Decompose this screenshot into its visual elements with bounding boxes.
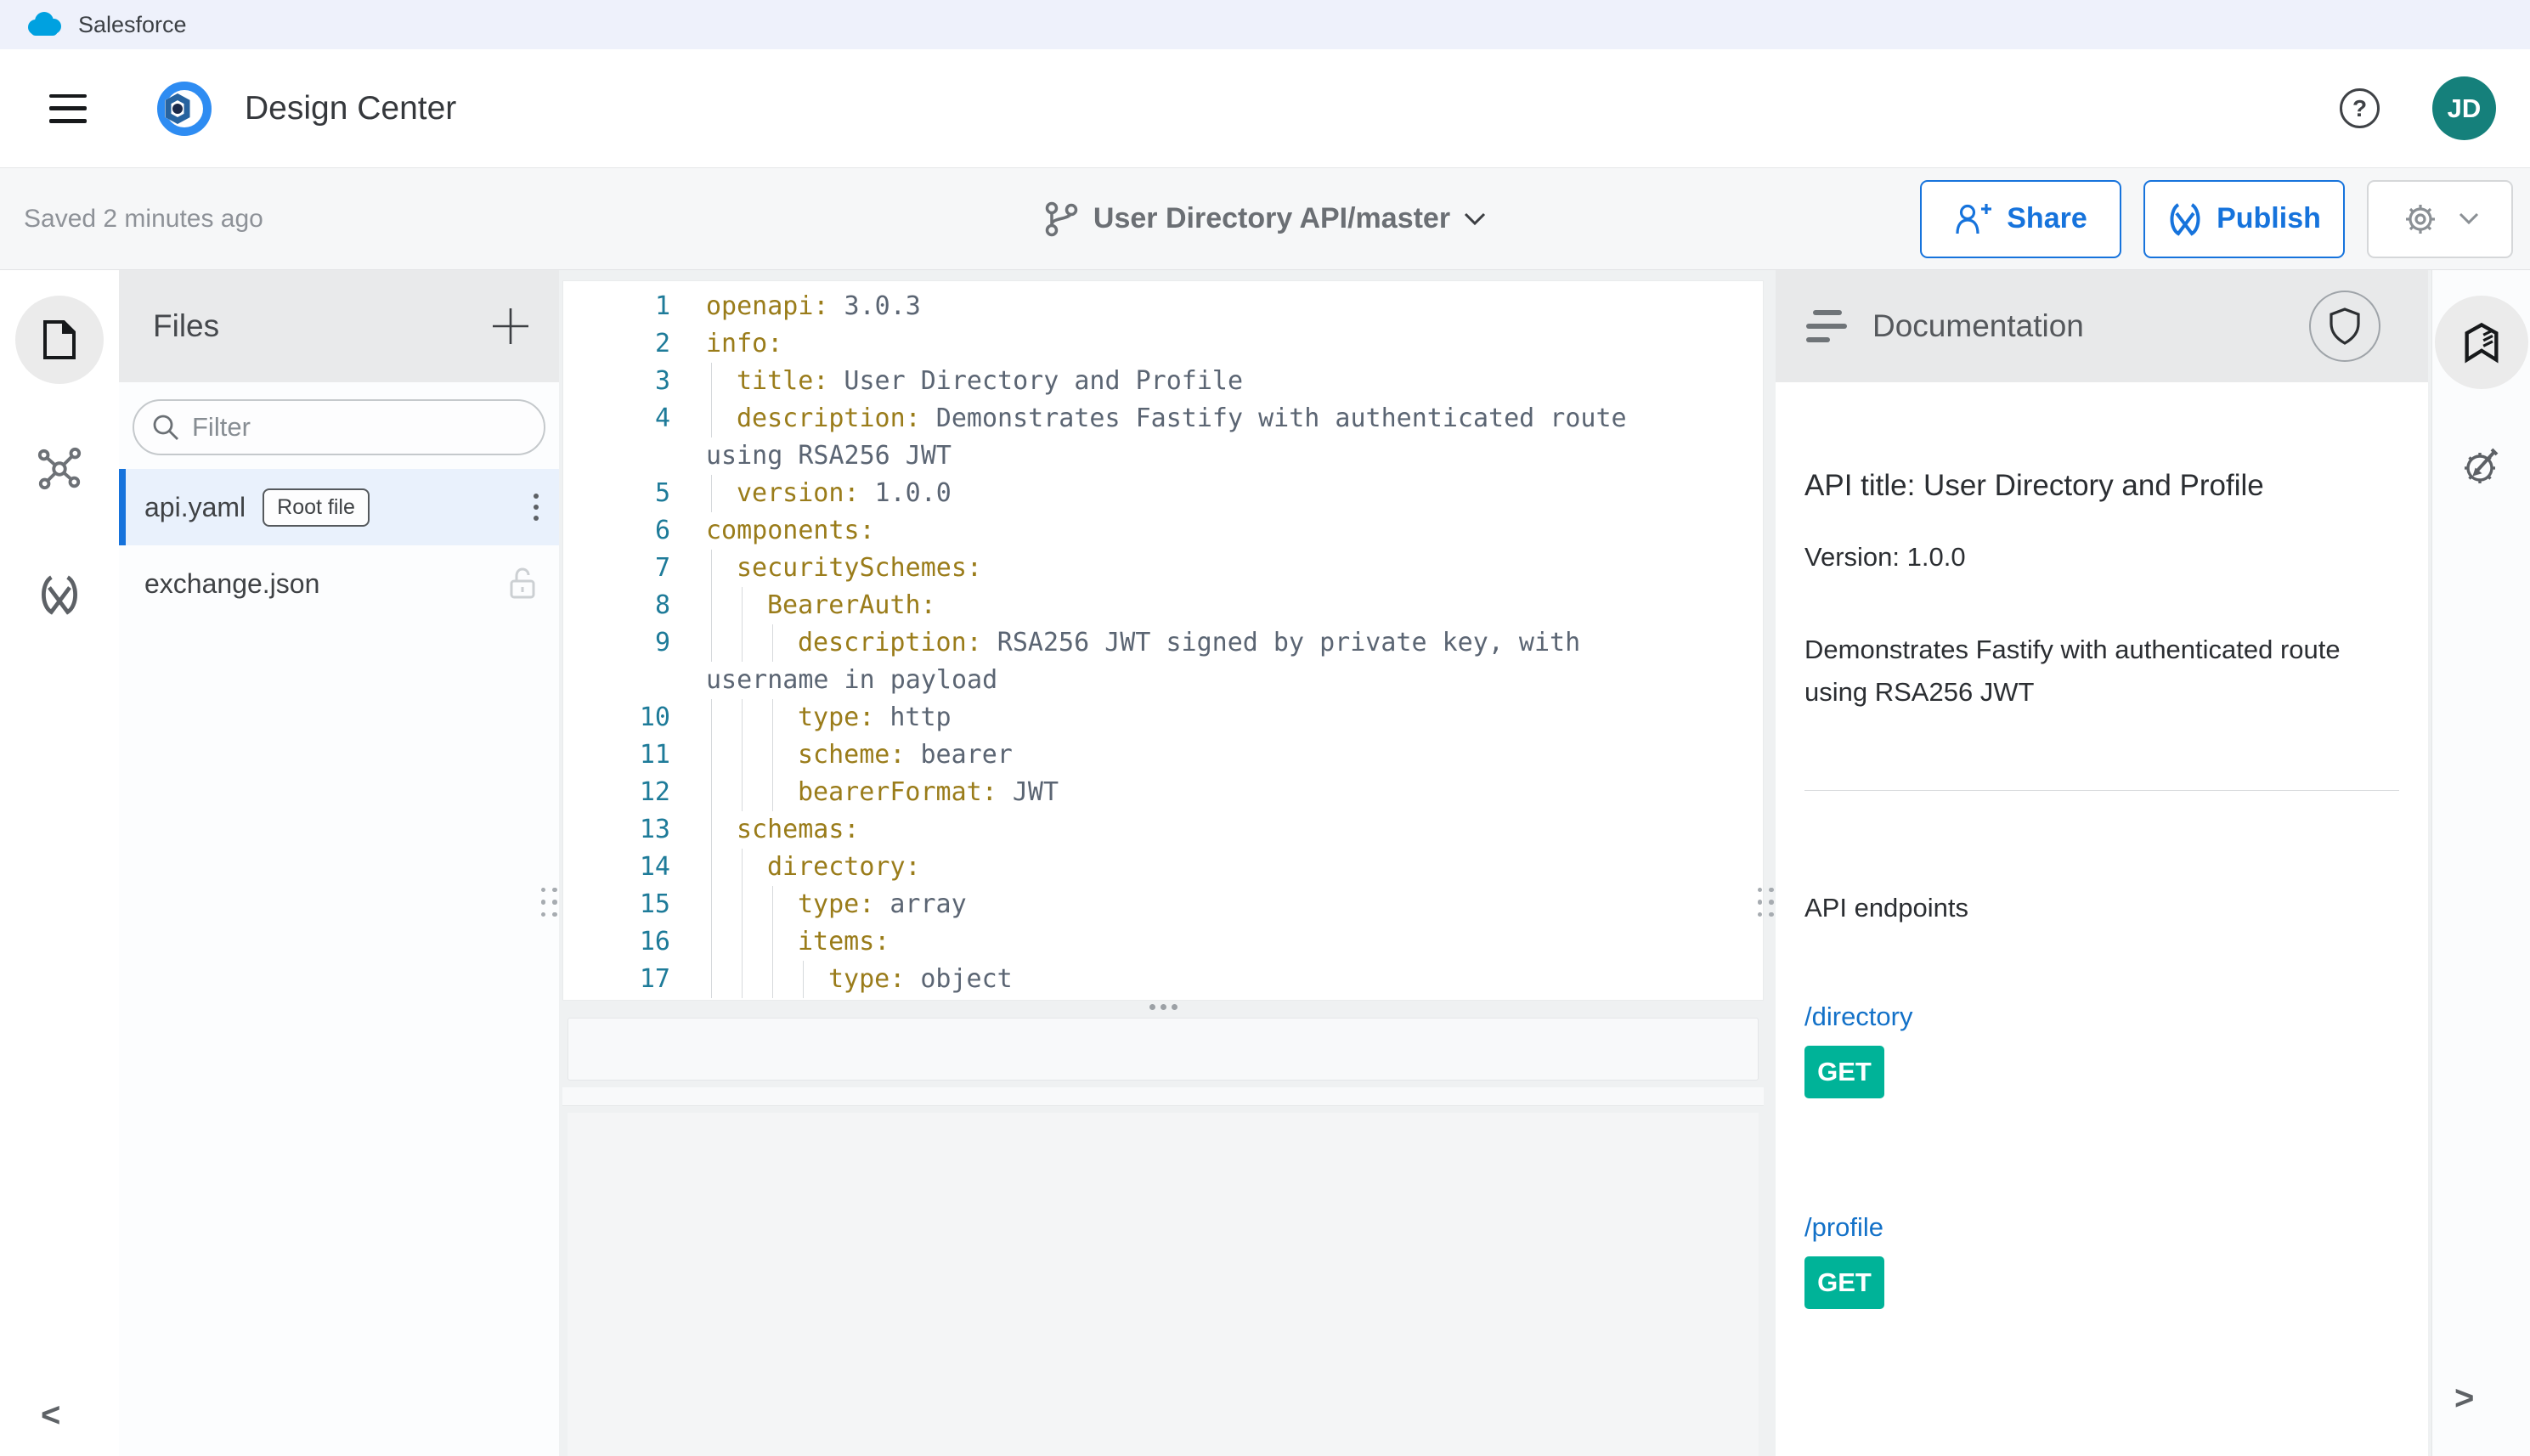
project-toolbar: Saved 2 minutes ago User Directory API/m… [0,168,2530,270]
mocking-service-tool-button[interactable] [2458,442,2505,489]
main-area: < Files Filter api.yaml Root file exchan… [0,270,2530,1456]
file-name: api.yaml [144,491,246,522]
left-rail: < [0,270,119,1456]
get-method-badge[interactable]: GET [1804,1046,1884,1098]
right-panel-resize-handle[interactable] [1755,865,1776,940]
documentation-panel: Documentation API title: User Directory … [1776,270,2428,1456]
code-line[interactable]: 10 type: http [563,699,1763,736]
file-filter [133,399,545,455]
files-panel-header: Files [119,270,559,382]
documentation-title: Documentation [1872,308,2084,343]
project-name: User Directory API/master [1093,202,1451,234]
code-lines: 1 openapi: 3.0.3 2 info: 3 title: User Direct… [563,288,1763,998]
left-panel-resize-handle[interactable] [539,865,559,940]
publish-button[interactable]: Publish [2143,179,2345,258]
book-icon [2465,322,2499,364]
avatar[interactable]: JD [2432,76,2496,140]
code-line[interactable]: 6 components: [563,512,1763,550]
collapsed-bottom-panel[interactable] [568,1018,1759,1081]
root-file-badge: Root file [263,488,370,527]
api-description-text: Demonstrates Fastify with authenticated … [1804,635,2341,707]
api-designer-tool-button[interactable] [36,445,83,493]
gear-icon [2406,204,2435,234]
exchange-tool-button[interactable] [36,571,83,618]
file-filter-input[interactable] [192,412,515,443]
code-editor[interactable]: 1 openapi: 3.0.3 2 info: 3 title: User Direct… [562,280,1764,1001]
code-line[interactable]: 15 type: array [563,886,1763,923]
api-title-text: API title: User Directory and Profile [1804,469,2264,502]
code-line[interactable]: 12 bearerFormat: JWT [563,774,1763,811]
files-panel: Files api.yaml [119,270,559,1456]
design-center-logo [157,81,212,136]
code-line[interactable]: using RSA256 JWT [563,437,1763,475]
get-method-badge[interactable]: GET [1804,1256,1884,1309]
collapse-left-panel-button[interactable]: < [41,1397,60,1435]
editor-column: 1 openapi: 3.0.3 2 info: 3 title: User Direct… [562,270,1764,1456]
chevron-down-icon [1465,212,1486,225]
code-line[interactable]: 13 schemas: [563,811,1763,849]
files-panel-title: Files [153,308,220,343]
bottom-panel-strip [562,1087,1764,1106]
lock-icon [508,567,537,601]
code-line[interactable]: 14 directory: [563,849,1763,886]
app-header: Design Center ? JD [0,49,2530,168]
salesforce-top-bar: Salesforce [0,0,2530,49]
file-row-exchange-json[interactable]: exchange.json [119,545,559,622]
endpoint-link-directory[interactable]: /directory [1804,1002,1912,1032]
right-rail: > [2431,270,2530,1456]
security-shield-button[interactable] [2309,291,2380,362]
toc-icon[interactable] [1806,310,1847,342]
salesforce-logo [28,12,61,36]
editor-horizontal-splitter[interactable] [562,999,1764,1014]
api-version-text: Version: 1.0.0 [1804,542,1966,572]
page-title: Design Center [245,89,457,127]
documentation-tool-button[interactable] [2435,296,2528,389]
code-line[interactable]: 16 items: [563,923,1763,961]
design-center-app: Salesforce Design Center ? JD Saved 2 mi… [0,0,2530,1456]
gear-pencil-icon [2465,448,2499,483]
file-menu-kebab-icon[interactable] [534,494,539,521]
project-settings-button[interactable] [2367,179,2513,258]
shield-icon [2330,308,2360,345]
bottom-panel-rest [568,1113,1759,1456]
hamburger-menu-button[interactable] [49,93,88,123]
code-line[interactable]: 4 description: Demonstrates Fastify with … [563,400,1763,437]
file-row-api-yaml[interactable]: api.yaml Root file [119,469,559,545]
branch-icon [1045,201,1078,236]
documentation-divider [1804,790,2399,791]
nodes-icon [37,447,82,490]
file-icon [43,320,76,359]
documentation-content: API title: User Directory and Profile Ve… [1776,469,2428,1309]
search-icon [153,415,178,440]
code-line[interactable]: 11 scheme: bearer [563,736,1763,774]
salesforce-brand-label: Salesforce [78,11,187,37]
api-endpoints-heading: API endpoints [1804,893,1969,923]
code-line[interactable]: 5 version: 1.0.0 [563,475,1763,512]
publish-exchange-icon [2170,202,2200,236]
code-line[interactable]: 7 securitySchemes: [563,550,1763,587]
add-file-button[interactable] [491,307,530,346]
collapse-right-panel-button[interactable]: > [2454,1380,2474,1418]
code-line[interactable]: 9 description: RSA256 JWT signed by priva… [563,624,1763,662]
code-line[interactable]: 17 type: object [563,961,1763,998]
plus-icon [493,308,528,344]
files-tool-button[interactable] [15,296,104,384]
code-line[interactable]: 2 info: [563,325,1763,363]
share-person-plus-icon [1956,203,1992,234]
code-line[interactable]: 1 openapi: 3.0.3 [563,288,1763,325]
endpoint-link-profile[interactable]: /profile [1804,1212,1883,1243]
file-name: exchange.json [144,567,320,599]
chevron-down-icon [2459,212,2479,225]
exchange-icon [42,575,77,615]
code-line[interactable]: 3 title: User Directory and Profile [563,363,1763,400]
share-button[interactable]: Share [1920,179,2121,258]
help-icon[interactable]: ? [2340,88,2380,128]
code-line[interactable]: 8 BearerAuth: [563,587,1763,624]
documentation-header: Documentation [1776,270,2428,382]
code-line[interactable]: username in payload [563,662,1763,699]
